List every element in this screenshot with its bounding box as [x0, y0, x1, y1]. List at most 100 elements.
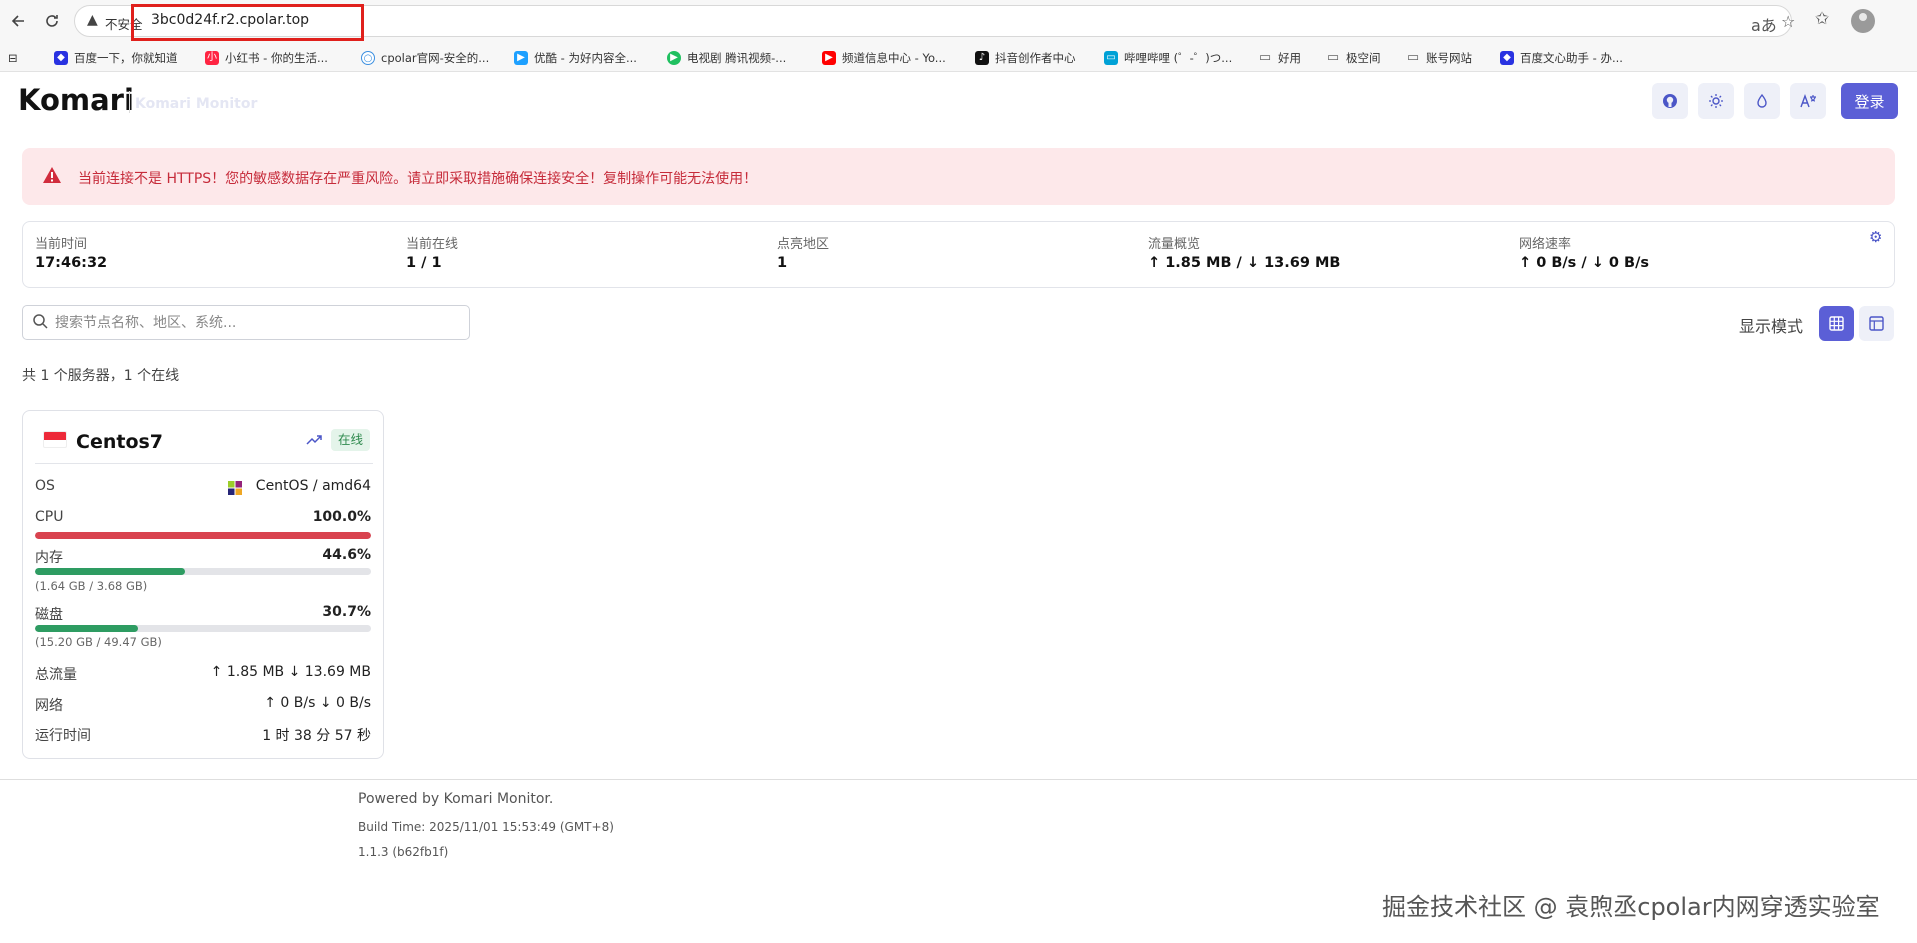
bookmark-label: 小红书 - 你的生活...: [225, 51, 328, 65]
stat-label: 点亮地区: [777, 237, 830, 252]
disk-value: 30.7%: [322, 604, 371, 620]
stat-label: 当前时间: [35, 237, 88, 252]
xiaohongshu-icon: 小: [205, 51, 219, 65]
server-name: Centos7: [76, 431, 164, 453]
bookmark-label: 频道信息中心 - Yo...: [842, 51, 946, 65]
cpu-bar: [35, 532, 371, 539]
bookmark-item[interactable]: ▭ 哔哩哔哩 (゜-゜)つ...: [1104, 49, 1232, 67]
translate-icon: [1800, 93, 1816, 108]
uptime-value: 1 时 38 分 57 秒: [262, 728, 371, 744]
card-divider: [35, 463, 373, 464]
search-input[interactable]: [55, 307, 455, 338]
memory-value: 44.6%: [322, 547, 371, 563]
cpu-label: CPU: [35, 509, 64, 525]
bookmark-label: 抖音创作者中心: [995, 51, 1076, 65]
https-warning-alert: 当前连接不是 HTTPS！您的敏感数据存在严重风险。请立即采取措施确保连接安全！…: [22, 148, 1895, 205]
grid-icon: [1829, 316, 1844, 331]
stat-regions: 点亮地区 1: [777, 233, 829, 271]
brand-divider: [129, 91, 130, 113]
bookmark-label: 优酷 - 为好内容全...: [534, 51, 637, 65]
stat-value: 17:46:32: [35, 255, 108, 271]
bookmark-label: 账号网站: [1426, 51, 1472, 65]
footer-powered-by: Powered by Komari Monitor.: [358, 791, 554, 807]
bookmark-label: 好用: [1278, 51, 1301, 65]
stat-value: 1: [777, 255, 788, 271]
traffic-label: 总流量: [35, 667, 77, 683]
bookmark-folder[interactable]: ▭ 极空间: [1326, 49, 1381, 67]
bookmark-item[interactable]: ▶ 频道信息中心 - Yo...: [822, 49, 946, 67]
stat-label: 流量概览: [1148, 237, 1201, 252]
bookmark-folder[interactable]: ▭ 账号网站: [1406, 49, 1472, 67]
uptime-label: 运行时间: [35, 728, 91, 744]
bookmark-label: 哔哩哔哩 (゜-゜)つ...: [1124, 51, 1233, 65]
browser-toolbar: ▲ 不安全 3bc0d24f.r2.cpolar.top aあ ☆ ✩: [0, 0, 1917, 42]
stat-label: 当前在线: [406, 237, 459, 252]
status-badge: 在线: [331, 429, 371, 451]
baidu-icon: ◆: [1500, 51, 1514, 65]
disk-detail: (15.20 GB / 49.47 GB): [35, 635, 162, 649]
favorites-icon[interactable]: ✩: [1815, 9, 1829, 29]
sun-icon: [1709, 94, 1723, 108]
bookmark-label: 极空间: [1346, 51, 1381, 65]
url-highlight-box: [131, 4, 364, 41]
stats-panel: 当前时间 17:46:32 当前在线 1 / 1 点亮地区 1 流量概览 ↑ 1…: [22, 221, 1895, 288]
search-icon: ○: [361, 51, 375, 65]
read-aloud-icon[interactable]: aあ: [1751, 12, 1777, 36]
server-card[interactable]: Centos7 在线 OS CentOS / amd64 CPU 100.0% …: [22, 410, 384, 759]
search-icon: [33, 314, 48, 329]
github-button[interactable]: [1652, 83, 1688, 119]
trend-chart-icon[interactable]: [306, 434, 322, 446]
youku-icon: ▶: [514, 51, 528, 65]
cpu-bar-fill: [35, 532, 371, 539]
table-view-button[interactable]: [1859, 306, 1894, 341]
github-icon: [1663, 94, 1677, 108]
youtube-icon: ▶: [822, 51, 836, 65]
color-theme-button[interactable]: [1744, 83, 1780, 119]
tencent-video-icon: ▶: [667, 51, 681, 65]
refresh-icon[interactable]: [40, 9, 64, 33]
memory-bar: [35, 568, 371, 575]
favorite-star-icon[interactable]: ☆: [1781, 12, 1795, 31]
network-value: ↑ 0 B/s ↓ 0 B/s: [264, 695, 371, 711]
footer-version: 1.1.3 (b62fb1f): [358, 845, 449, 859]
bookmark-toggle-icon[interactable]: ⊟: [8, 49, 18, 67]
footer-build-time: Build Time: 2025/11/01 15:53:49 (GMT+8): [358, 820, 614, 834]
language-button[interactable]: [1790, 83, 1826, 119]
disk-label: 磁盘: [35, 607, 63, 623]
server-summary: 共 1 个服务器，1 个在线: [22, 368, 180, 384]
bookmark-item[interactable]: ▶ 电视剧 腾讯视频-...: [667, 49, 786, 67]
cpu-value: 100.0%: [312, 509, 371, 525]
view-mode-label: 显示模式: [1739, 317, 1804, 336]
settings-gear-icon[interactable]: ⚙: [1869, 228, 1882, 246]
profile-avatar[interactable]: [1851, 9, 1875, 33]
theme-toggle-button[interactable]: [1698, 83, 1734, 119]
centos-logo-icon: [228, 481, 242, 495]
palette-icon: [1757, 93, 1767, 108]
bookmark-folder[interactable]: ▭ 好用: [1258, 49, 1301, 67]
grid-view-button[interactable]: [1819, 306, 1854, 341]
traffic-value: ↑ 1.85 MB ↓ 13.69 MB: [210, 664, 371, 680]
disk-bar-fill: [35, 625, 139, 632]
bookmark-item[interactable]: ▶ 优酷 - 为好内容全...: [514, 49, 637, 67]
table-icon: [1869, 316, 1884, 331]
bookmark-item[interactable]: ○ cpolar官网-安全的...: [361, 49, 489, 67]
folder-icon: ▭: [1406, 50, 1420, 65]
back-icon[interactable]: [6, 9, 30, 33]
stat-value: ↑ 0 B/s / ↓ 0 B/s: [1519, 255, 1650, 271]
bookmark-item[interactable]: 小小红书 - 你的生活...: [205, 49, 328, 67]
login-button[interactable]: 登录: [1841, 83, 1898, 119]
bookmark-item[interactable]: ◆ 百度一下，你就知道: [54, 49, 178, 67]
brand-subtitle: Komari Monitor: [135, 96, 258, 112]
os-label: OS: [35, 478, 55, 494]
network-label: 网络: [35, 698, 63, 714]
baidu-icon: ◆: [54, 51, 68, 65]
stat-value: ↑ 1.85 MB / ↓ 13.69 MB: [1148, 255, 1341, 271]
memory-detail: (1.64 GB / 3.68 GB): [35, 579, 148, 593]
stat-network-speed: 网络速率 ↑ 0 B/s / ↓ 0 B/s: [1519, 233, 1649, 271]
footer-divider: [0, 779, 1917, 780]
stat-current-time: 当前时间 17:46:32: [35, 233, 107, 271]
bookmark-item[interactable]: ♪ 抖音创作者中心: [975, 49, 1076, 67]
memory-bar-fill: [35, 568, 185, 575]
bookmark-item[interactable]: ◆ 百度文心助手 - 办...: [1500, 49, 1623, 67]
stat-value: 1 / 1: [406, 255, 442, 271]
